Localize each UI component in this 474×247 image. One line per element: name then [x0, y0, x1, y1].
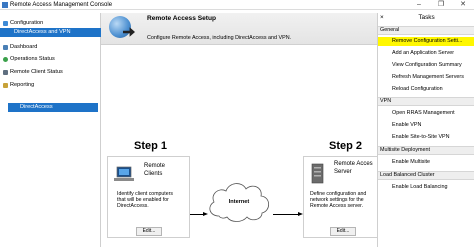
- arrow-line-right: [273, 213, 299, 215]
- task-reload-configuration[interactable]: Reload Configuration: [378, 85, 474, 94]
- tasks-pane: × Tasks General Remove Configuration Set…: [377, 13, 474, 247]
- task-enable-multisite[interactable]: Enable Multisite: [378, 158, 474, 167]
- nav-item-directaccess[interactable]: DirectAccess: [8, 103, 98, 112]
- globe-icon: [109, 16, 131, 38]
- client-icon: [3, 70, 8, 75]
- task-view-configuration-summary[interactable]: View Configuration Summary: [378, 61, 474, 70]
- step-2-label: Step 2: [329, 140, 363, 152]
- configuration-icon: [3, 21, 8, 26]
- close-icon[interactable]: ✕: [452, 0, 474, 10]
- task-enable-vpn[interactable]: Enable VPN: [378, 121, 474, 130]
- task-add-application-server[interactable]: Add an Application Server: [378, 49, 474, 58]
- nav-item-directaccess-vpn[interactable]: DirectAccess and VPN: [0, 28, 101, 37]
- arrow-right: [273, 212, 303, 216]
- banner-subtitle: Configure Remote Access, including Direc…: [147, 35, 292, 41]
- reporting-icon: [3, 83, 8, 88]
- remote-clients-title-line2: Clients: [144, 171, 163, 177]
- dashboard-icon: [3, 45, 8, 50]
- nav-item-reporting[interactable]: Reporting: [0, 81, 101, 90]
- internet-label: Internet: [228, 199, 250, 205]
- window-title: Remote Access Management Console: [10, 2, 113, 8]
- task-refresh-management-servers[interactable]: Refresh Management Servers: [378, 73, 474, 82]
- section-general: General: [378, 26, 474, 35]
- title-bar: Remote Access Management Console – ❐ ✕: [0, 0, 474, 10]
- section-vpn: VPN: [378, 97, 474, 106]
- task-open-rras-management[interactable]: Open RRAS Management: [378, 109, 474, 118]
- setup-banner: Remote Access Setup Configure Remote Acc…: [101, 13, 377, 45]
- remote-clients-box: Remote Clients Identify client computers…: [107, 156, 190, 238]
- minimize-icon[interactable]: –: [408, 0, 430, 10]
- step-1-label: Step 1: [134, 140, 168, 152]
- section-load-balanced-cluster: Load Balanced Cluster: [378, 171, 474, 180]
- remote-clients-edit-button[interactable]: Edit...: [136, 227, 162, 236]
- task-remove-configuration-settings[interactable]: Remove Configuration Setti...: [378, 37, 474, 46]
- app-icon: [2, 2, 8, 8]
- remote-access-server-box: Remote Acces Server Define configuration…: [303, 156, 377, 238]
- nav-item-remote-client-status[interactable]: Remote Client Status: [0, 68, 101, 77]
- setup-canvas: Step 1 Remote Clients Identify client co…: [101, 46, 377, 247]
- server-icon: [311, 163, 324, 184]
- nav-item-dashboard[interactable]: Dashboard: [0, 43, 101, 52]
- tasks-title: Tasks: [418, 14, 435, 21]
- server-edit-button[interactable]: Edit...: [330, 227, 356, 236]
- main-content: Remote Access Setup Configure Remote Acc…: [101, 13, 377, 247]
- restore-icon[interactable]: ❐: [430, 0, 452, 10]
- section-multisite-deployment: Multisite Deployment: [378, 146, 474, 155]
- nav-item-operations-status[interactable]: Operations Status: [0, 55, 101, 64]
- banner-title: Remote Access Setup: [147, 15, 217, 22]
- server-title-line2: Server: [334, 169, 352, 175]
- arrow-line-left: [190, 213, 204, 215]
- status-icon: [3, 57, 8, 62]
- client-computer-icon: [114, 166, 134, 181]
- navigation-pane: Configuration DirectAccess and VPN Dashb…: [0, 13, 101, 247]
- server-title-line1: Remote Acces: [334, 161, 373, 167]
- remote-clients-title-line1: Remote: [144, 163, 166, 169]
- task-enable-site-to-site-vpn[interactable]: Enable Site-to-Site VPN: [378, 133, 474, 142]
- internet-cloud: Internet: [205, 178, 273, 224]
- remote-clients-desc-line3: DirectAccess.: [117, 203, 149, 209]
- server-desc-line3: Remote Access server.: [310, 203, 364, 209]
- nav-item-configuration[interactable]: Configuration: [0, 19, 101, 28]
- task-enable-load-balancing[interactable]: Enable Load Balancing: [378, 183, 474, 192]
